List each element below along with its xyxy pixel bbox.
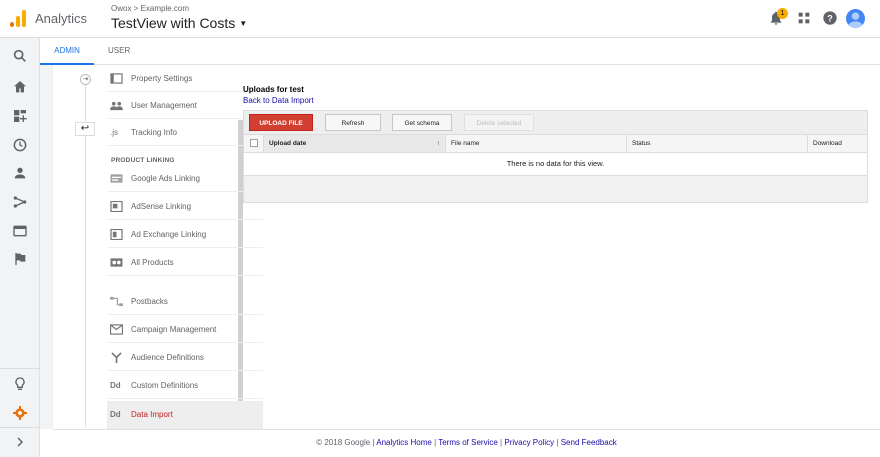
users-icon	[110, 101, 123, 111]
conversions-flag-icon[interactable]	[12, 251, 28, 267]
help-icon[interactable]: ?	[822, 10, 838, 26]
nav-item-label: Google Ads Linking	[131, 174, 200, 183]
left-gutter	[40, 65, 53, 429]
sort-arrow-up-icon: ↑	[436, 140, 440, 147]
nav-item-postbacks[interactable]: Postbacks	[107, 289, 263, 315]
back-arrow-icon[interactable]: ↩	[75, 122, 95, 136]
delete-selected-button[interactable]: Delete selected	[464, 114, 534, 131]
rail-divider	[0, 368, 40, 369]
page-footer: © 2018 Google | Analytics Home | Terms o…	[53, 429, 880, 457]
discover-lightbulb-icon[interactable]	[12, 376, 28, 392]
ad-exchange-icon	[110, 229, 123, 240]
nav-item-ad-exchange-linking[interactable]: Ad Exchange Linking	[107, 222, 263, 248]
footer-link-feedback[interactable]: Send Feedback	[561, 438, 617, 447]
postbacks-icon	[110, 296, 123, 307]
left-nav-rail	[0, 38, 40, 457]
user-avatar[interactable]	[846, 9, 865, 28]
nav-item-label: All Products	[131, 258, 174, 267]
audience-person-icon[interactable]	[12, 165, 28, 181]
uploads-panel: Uploads for test Back to Data Import UPL…	[243, 85, 873, 203]
view-selector[interactable]: TestView with Costs ▼	[111, 15, 247, 31]
copyright-text: © 2018 Google	[316, 438, 371, 447]
nav-item-label: AdSense Linking	[131, 202, 192, 211]
column-download[interactable]: Download	[808, 135, 868, 152]
column-file-name[interactable]: File name	[446, 135, 627, 152]
nav-item-user-management[interactable]: User Management	[107, 93, 263, 119]
footer-link-analytics-home[interactable]: Analytics Home	[376, 438, 432, 447]
behavior-icon[interactable]	[12, 223, 28, 239]
nav-item-label: Tracking Info	[131, 128, 177, 137]
footer-link-terms[interactable]: Terms of Service	[438, 438, 498, 447]
analytics-logo[interactable]	[10, 10, 26, 27]
audience-icon	[111, 352, 122, 363]
nav-item-label: Property Settings	[131, 74, 193, 83]
view-title: TestView with Costs	[111, 15, 236, 31]
action-toolbar: UPLOAD FILE Refresh Get schema Delete se…	[243, 110, 868, 135]
nav-item-tracking-info[interactable]: .js Tracking Info	[107, 120, 263, 146]
table-footer	[243, 176, 868, 203]
adsense-icon	[110, 201, 123, 212]
property-settings-icon	[110, 73, 123, 84]
refresh-button[interactable]: Refresh	[325, 114, 381, 131]
nav-item-audience-definitions[interactable]: Audience Definitions	[107, 345, 263, 371]
avatar-person-icon	[847, 12, 864, 28]
select-all-checkbox[interactable]	[250, 139, 258, 147]
nav-item-data-import[interactable]: Dd Data Import	[107, 401, 263, 429]
uploads-table-header: Upload date ↑ File name Status Download	[243, 135, 868, 153]
nav-item-campaign-management[interactable]: Campaign Management	[107, 317, 263, 343]
upload-file-button[interactable]: UPLOAD FILE	[249, 114, 313, 131]
nav-item-label: Audience Definitions	[131, 353, 204, 362]
nav-item-all-products[interactable]: All Products	[107, 250, 263, 276]
notification-count-badge: 1	[777, 8, 788, 19]
custom-definitions-icon: Dd	[110, 381, 121, 390]
back-to-data-import-link[interactable]: Back to Data Import	[243, 96, 873, 105]
all-products-icon	[110, 258, 123, 267]
caret-down-icon: ▼	[239, 19, 248, 28]
column-label: Upload date	[269, 140, 307, 147]
search-icon[interactable]	[12, 48, 28, 64]
column-status[interactable]: Status	[627, 135, 808, 152]
app-name: Analytics	[35, 11, 88, 26]
nav-item-label: Ad Exchange Linking	[131, 230, 207, 239]
admin-tab-bar: ADMIN USER	[40, 38, 880, 65]
get-schema-button[interactable]: Get schema	[392, 114, 452, 131]
admin-page: ⇥ ↩ Property Settings User Management .j…	[40, 65, 880, 457]
data-import-icon: Dd	[110, 410, 121, 419]
page-title: Uploads for test	[243, 85, 304, 94]
footer-link-privacy[interactable]: Privacy Policy	[504, 438, 554, 447]
empty-table-message: There is no data for this view.	[243, 153, 868, 176]
realtime-clock-icon[interactable]	[12, 137, 28, 153]
tab-admin[interactable]: ADMIN	[40, 38, 94, 65]
app-header: Analytics Owox > Example.com TestView wi…	[0, 0, 880, 38]
apps-grid-icon[interactable]	[796, 10, 812, 26]
nav-item-custom-definitions[interactable]: Dd Custom Definitions	[107, 373, 263, 399]
select-all-cell	[244, 135, 264, 152]
home-icon[interactable]	[12, 79, 28, 95]
google-ads-icon	[110, 174, 123, 183]
nav-item-label: User Management	[131, 101, 197, 110]
nav-item-property-settings[interactable]: Property Settings	[107, 66, 263, 92]
nav-item-label: Campaign Management	[131, 325, 217, 334]
acquisition-icon[interactable]	[12, 194, 28, 210]
nav-item-google-ads-linking[interactable]: Google Ads Linking	[107, 166, 263, 192]
expand-chevron-icon[interactable]	[12, 434, 28, 450]
admin-gear-icon[interactable]	[12, 405, 28, 421]
campaign-icon	[110, 324, 123, 335]
product-linking-heading: PRODUCT LINKING	[111, 157, 175, 164]
nav-item-label: Postbacks	[131, 297, 168, 306]
property-nav-column: ⇥ ↩ Property Settings User Management .j…	[53, 65, 270, 429]
nav-item-label: Data Import	[131, 410, 173, 419]
svg-text:?: ?	[827, 13, 833, 23]
rail-divider	[0, 427, 40, 428]
column-upload-date[interactable]: Upload date ↑	[264, 135, 446, 152]
js-icon: .js	[110, 128, 118, 137]
tab-user[interactable]: USER	[95, 38, 143, 65]
nav-item-label: Custom Definitions	[131, 381, 199, 390]
customization-icon[interactable]	[12, 108, 28, 124]
nav-collapse-icon[interactable]: ⇥	[80, 74, 91, 85]
account-breadcrumb[interactable]: Owox > Example.com	[111, 4, 189, 13]
nav-item-adsense-linking[interactable]: AdSense Linking	[107, 194, 263, 220]
